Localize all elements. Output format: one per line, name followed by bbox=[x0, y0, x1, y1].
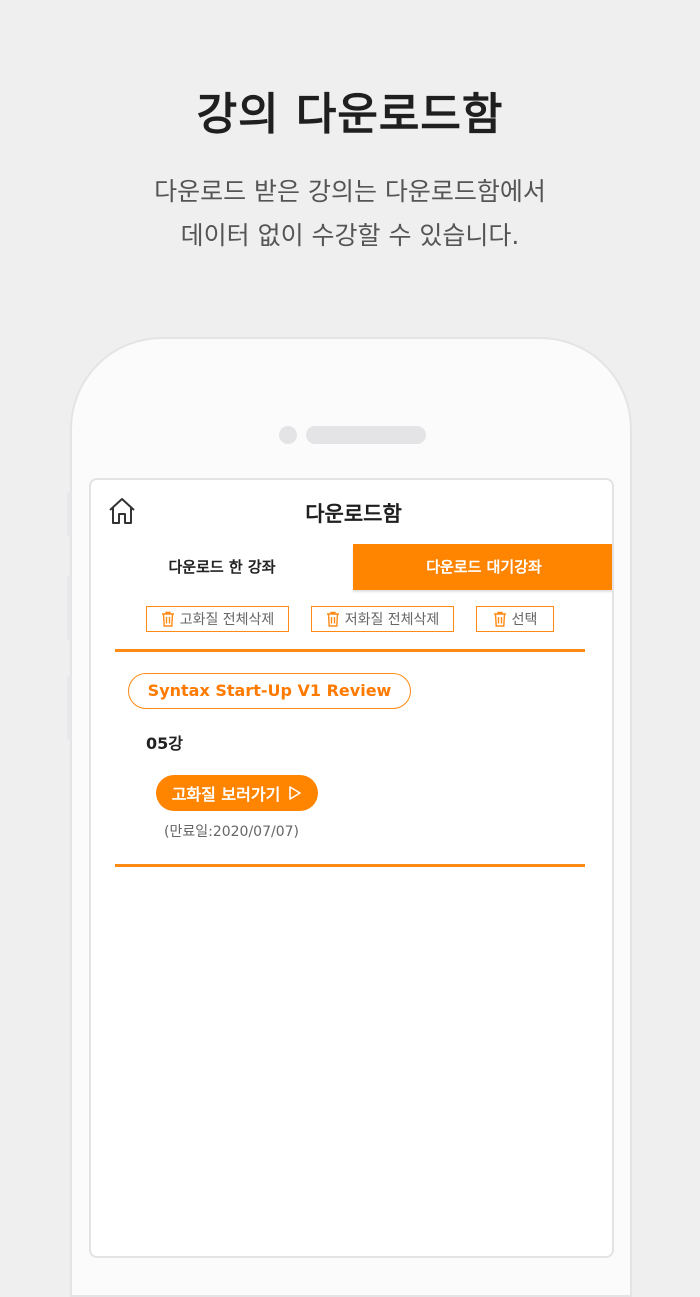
watch-hd-button[interactable]: 고화질 보러가기 bbox=[156, 775, 318, 811]
tab-downloaded[interactable]: 다운로드 한 강좌 bbox=[91, 544, 353, 590]
divider-top bbox=[115, 649, 585, 652]
lecture-number: 05강 bbox=[146, 734, 183, 753]
watch-hd-label: 고화질 보러가기 bbox=[171, 785, 281, 804]
app-screen: 다운로드함 다운로드 한 강좌 다운로드 대기강좌 고화질 전체삭제 저화질 전… bbox=[89, 478, 614, 1258]
screen-title: 다운로드함 bbox=[305, 502, 402, 526]
promo-subtitle: 다운로드 받은 강의는 다운로드함에서 데이터 없이 수강할 수 있습니다. bbox=[0, 170, 700, 258]
phone-side-button-1 bbox=[67, 492, 71, 536]
promo-subtitle-line-2: 데이터 없이 수강할 수 있습니다. bbox=[180, 221, 520, 250]
play-icon bbox=[289, 786, 302, 800]
delete-hd-all-button[interactable]: 고화질 전체삭제 bbox=[146, 606, 289, 632]
phone-side-button-2 bbox=[67, 576, 71, 640]
phone-side-button-3 bbox=[67, 676, 71, 740]
select-delete-button[interactable]: 선택 bbox=[476, 606, 554, 632]
divider-bottom bbox=[115, 864, 585, 867]
expiry-date: (만료일:2020/07/07) bbox=[164, 824, 299, 840]
delete-sd-all-button[interactable]: 저화질 전체삭제 bbox=[311, 606, 454, 632]
delete-sd-all-label: 저화질 전체삭제 bbox=[344, 612, 440, 628]
promo-headline: 강의 다운로드함 bbox=[196, 89, 504, 140]
promo-subtitle-line-1: 다운로드 받은 강의는 다운로드함에서 bbox=[154, 177, 546, 206]
phone-speaker bbox=[306, 426, 426, 444]
trash-icon bbox=[326, 611, 339, 627]
select-delete-label: 선택 bbox=[511, 612, 538, 628]
phone-camera bbox=[279, 426, 297, 444]
course-name-badge: Syntax Start-Up V1 Review bbox=[128, 673, 411, 709]
trash-icon bbox=[493, 611, 506, 627]
delete-hd-all-label: 고화질 전체삭제 bbox=[179, 612, 275, 628]
tab-waiting[interactable]: 다운로드 대기강좌 bbox=[353, 544, 612, 590]
trash-icon bbox=[161, 611, 174, 627]
